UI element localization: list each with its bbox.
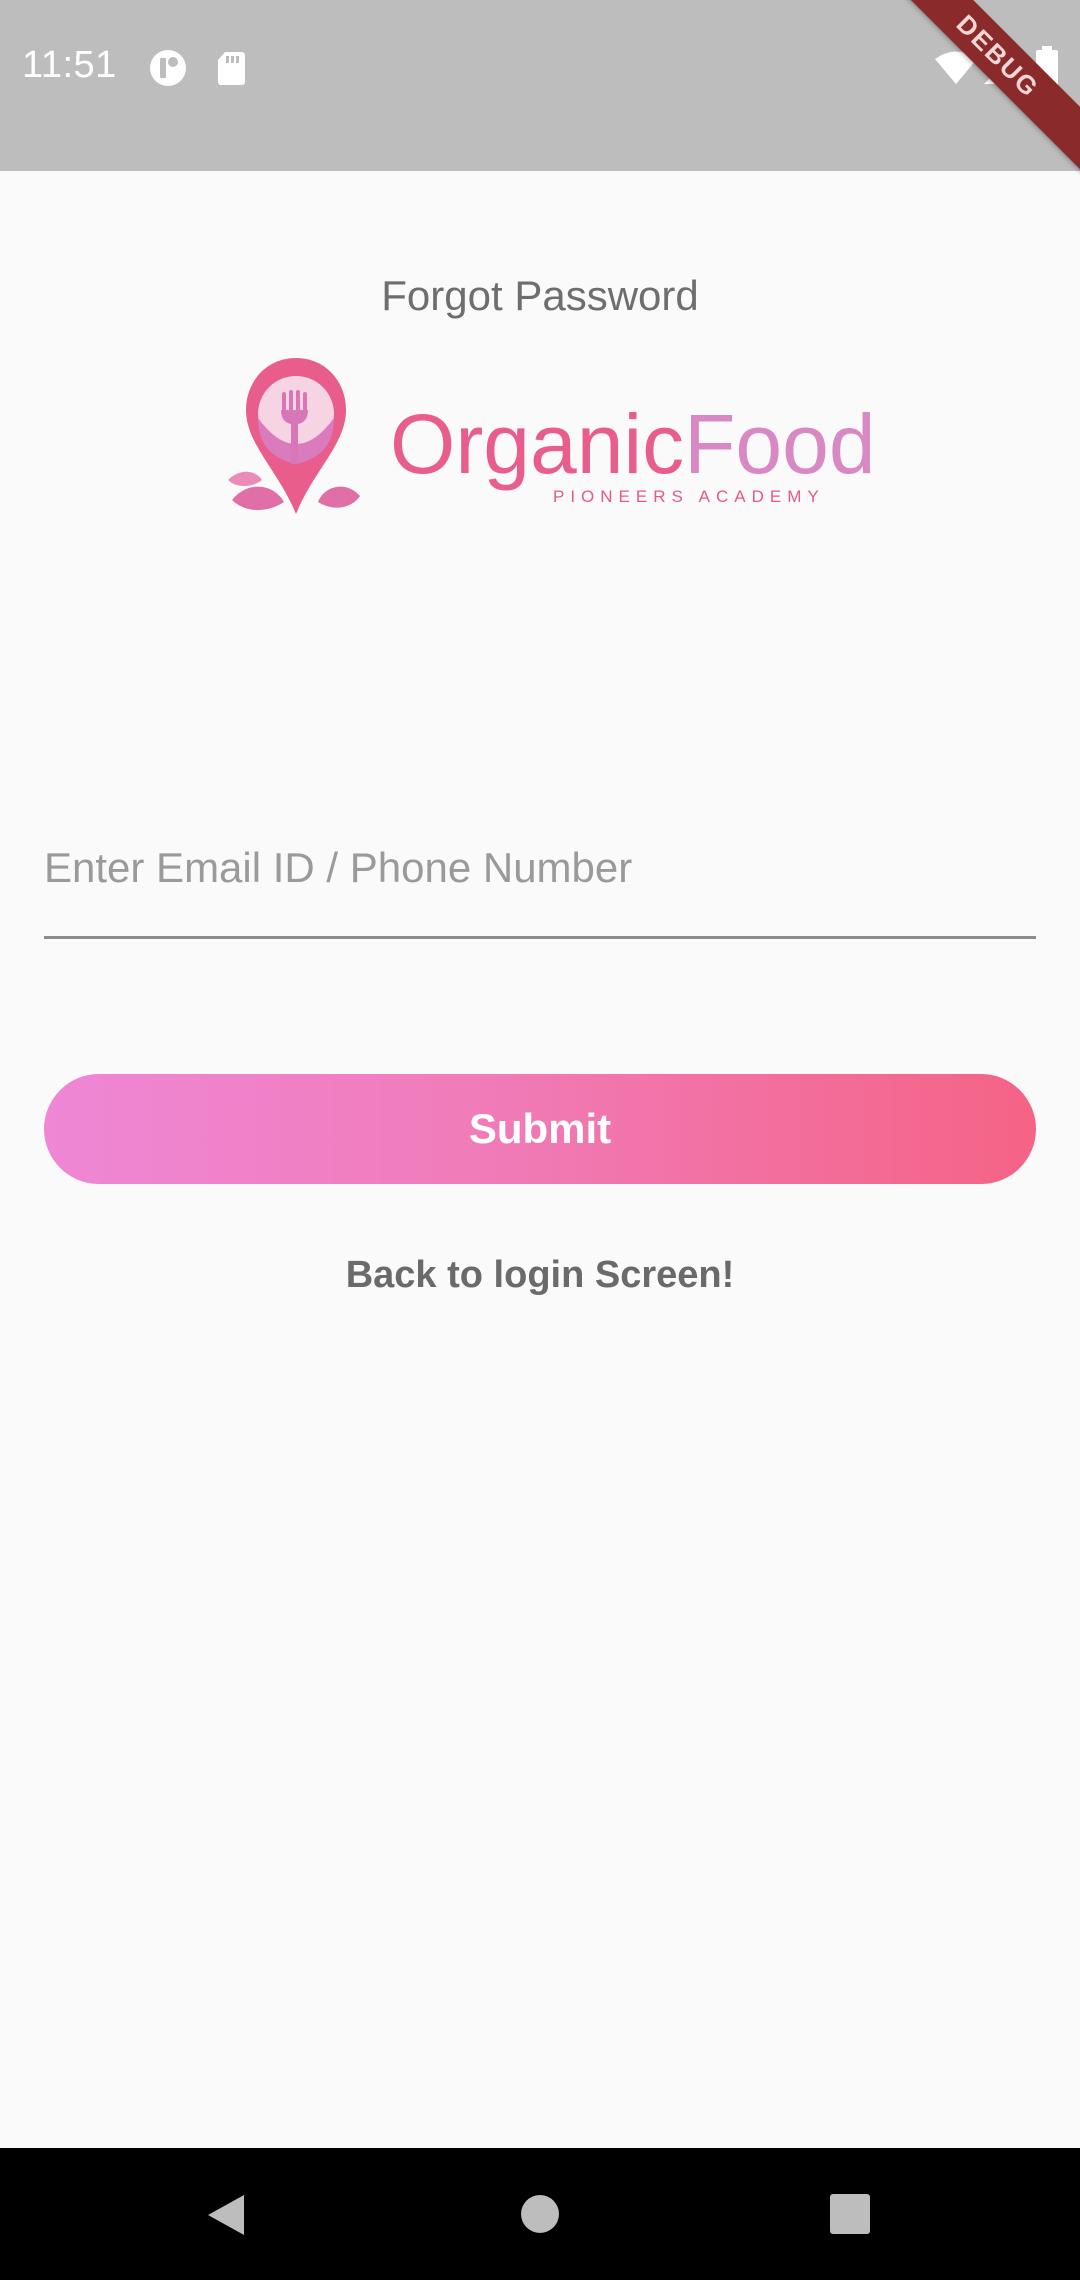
page-title: Forgot Password [381,272,699,319]
email-phone-input[interactable] [44,830,1036,906]
status-time: 11:51 [22,44,117,86]
logo-word-food: Food [684,397,876,491]
recents-icon[interactable] [830,2194,870,2234]
organic-food-logo: OrganicFood PIONEERS ACADEMY [226,352,876,522]
logo-tagline: PIONEERS ACADEMY [553,487,825,506]
logo-wordmark: OrganicFood [390,402,876,486]
submit-button-label: Submit [468,1105,612,1152]
back-to-login-link[interactable]: Back to login Screen! [0,1254,1080,1297]
data-saver-icon [150,50,186,86]
sd-card-icon [218,52,245,85]
home-icon[interactable] [520,2194,560,2234]
status-bar: 11:51 [0,0,1080,171]
email-field [44,830,1036,939]
fork-pin-icon [228,358,360,514]
back-icon[interactable] [204,2193,246,2237]
logo-word-organic: Organic [390,397,685,491]
submit-button[interactable]: Submit [44,1074,1036,1184]
navigation-bar [0,2148,1080,2280]
